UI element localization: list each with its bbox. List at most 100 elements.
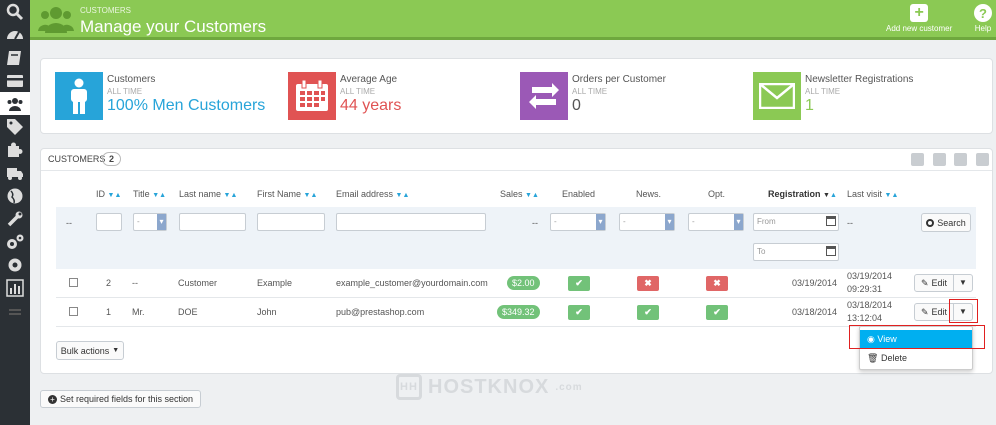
sidebar: [0, 0, 30, 425]
column-header-enabled: Enabled: [562, 189, 596, 199]
panel-title: Customers: [48, 154, 106, 164]
kpi-value: 0: [572, 97, 581, 114]
newsletter-check-icon[interactable]: ✔: [637, 305, 659, 320]
column-header-email[interactable]: Email address ▼▲: [336, 189, 409, 199]
help-label: Help: [974, 24, 992, 33]
column-header-first-name[interactable]: First Name ▼▲: [257, 189, 317, 199]
kpi-value: 44 years: [340, 97, 402, 114]
sidebar-price-rules[interactable]: [0, 115, 30, 138]
sidebar-administration[interactable]: [0, 253, 30, 276]
dashboard-icon: [7, 30, 23, 39]
sidebar-modules[interactable]: [0, 138, 30, 161]
sidebar-stats[interactable]: [0, 276, 30, 299]
gear-icon: [8, 258, 22, 271]
cell-registration: 03/19/2014: [792, 278, 838, 288]
bulk-actions-button[interactable]: Bulk actions ▼: [56, 341, 124, 360]
filter-news-select[interactable]: -: [619, 213, 675, 231]
breadcrumb[interactable]: Customers: [80, 6, 131, 15]
enabled-check-icon[interactable]: ✔: [568, 276, 590, 291]
cell-last-name: Customer: [178, 278, 218, 288]
delete-menu-item[interactable]: 🗑 Delete: [860, 349, 972, 367]
sidebar-search[interactable]: [0, 0, 30, 23]
caret-down-icon: ▼: [112, 347, 120, 354]
sidebar-shipping[interactable]: [0, 161, 30, 184]
row-checkbox[interactable]: [69, 307, 78, 316]
envelope-icon: [753, 72, 801, 120]
filter-first-name-input[interactable]: [257, 213, 325, 231]
cloud-upload-icon[interactable]: [954, 153, 967, 166]
column-header-title[interactable]: Title ▼▲: [133, 189, 166, 199]
sidebar-preferences[interactable]: [0, 207, 30, 230]
column-header-last-visit[interactable]: Last visit ▼▲: [847, 189, 898, 199]
column-header-opt: Opt.: [708, 189, 726, 199]
newsletter-cross-icon[interactable]: ✖: [637, 276, 659, 291]
kpi-label: Newsletter Registrations: [805, 74, 914, 85]
column-header-registration[interactable]: Registration ▼▲: [768, 189, 837, 199]
watermark-name: HOSTKNOX: [428, 375, 550, 398]
bar-chart-icon: [6, 278, 24, 297]
to-placeholder: To: [757, 247, 766, 256]
cell-id: 2: [106, 278, 112, 288]
plus-icon: +: [910, 4, 929, 22]
search-button-label: Search: [937, 217, 966, 228]
search-icon: [926, 218, 935, 227]
filter-last-name-input[interactable]: [179, 213, 246, 231]
set-required-fields-button[interactable]: + Set required fields for this section: [40, 390, 201, 408]
search-button[interactable]: Search: [921, 213, 971, 232]
cell-title: Mr.: [132, 307, 145, 317]
kpi-value: 1: [805, 97, 814, 114]
export-icon[interactable]: [933, 153, 946, 166]
filter-email-input[interactable]: [336, 213, 486, 231]
add-icon[interactable]: [911, 153, 924, 166]
column-header-news: News.: [636, 189, 662, 199]
filter-registration-from[interactable]: From: [753, 213, 839, 231]
table-row[interactable]: 1 Mr. DOE John pub@prestashop.com $349.3…: [56, 298, 978, 327]
row-checkbox[interactable]: [69, 278, 78, 287]
sidebar-dashboard[interactable]: [0, 23, 30, 46]
credit-card-icon: [7, 74, 23, 87]
calendar-icon: [288, 72, 336, 120]
sidebar-orders[interactable]: [0, 69, 30, 92]
filter-opt-select[interactable]: -: [688, 213, 744, 231]
sidebar-advanced[interactable]: [0, 230, 30, 253]
cell-registration: 03/18/2014: [792, 307, 838, 317]
edit-button[interactable]: ✎ Edit: [914, 303, 954, 321]
edit-button[interactable]: ✎ Edit: [914, 274, 954, 292]
page-header: Customers Manage your Customers + Add ne…: [30, 0, 996, 40]
sidebar-localization[interactable]: [0, 184, 30, 207]
enabled-check-icon[interactable]: ✔: [568, 305, 590, 320]
panel-heading: Customers 2: [41, 149, 992, 171]
truck-icon: [7, 167, 23, 180]
optin-cross-icon[interactable]: ✖: [706, 276, 728, 291]
kpi-period: ALL TIME: [572, 87, 608, 96]
help-button[interactable]: ? Help: [974, 4, 992, 33]
cell-id: 1: [106, 307, 112, 317]
kpi-period: ALL TIME: [340, 87, 376, 96]
calendar-icon[interactable]: [826, 216, 836, 226]
table-row[interactable]: 2 -- Customer Example example_customer@y…: [56, 269, 976, 298]
row-actions-toggle[interactable]: ▼: [953, 274, 973, 292]
add-new-customer-button[interactable]: + Add new customer: [886, 4, 952, 33]
cell-last-name: DOE: [178, 307, 198, 317]
filter-enabled-select[interactable]: -: [550, 213, 606, 231]
cell-first-name: John: [257, 307, 277, 317]
filter-registration-to[interactable]: To: [753, 243, 839, 261]
edit-label: Edit: [931, 278, 948, 288]
sidebar-collapse-handle[interactable]: [9, 309, 21, 315]
column-header-sales[interactable]: Sales ▼▲: [500, 189, 539, 199]
cell-sales-badge: $2.00: [507, 276, 540, 290]
sidebar-catalog[interactable]: [0, 46, 30, 69]
sidebar-customers[interactable]: [0, 92, 30, 115]
cell-last-visit-time: 09:29:31: [847, 284, 883, 294]
filter-id-input[interactable]: [96, 213, 122, 231]
refresh-icon[interactable]: [976, 153, 989, 166]
filter-title-select[interactable]: -: [133, 213, 167, 231]
column-header-id[interactable]: ID ▼▲: [96, 189, 121, 199]
question-icon: ?: [974, 4, 992, 22]
column-header-last-name[interactable]: Last name ▼▲: [179, 189, 237, 199]
optin-check-icon[interactable]: ✔: [706, 305, 728, 320]
person-icon: [55, 72, 103, 120]
watermark-tld: .com: [555, 381, 583, 393]
calendar-icon[interactable]: [826, 246, 836, 256]
plus-circle-icon: +: [47, 394, 57, 404]
